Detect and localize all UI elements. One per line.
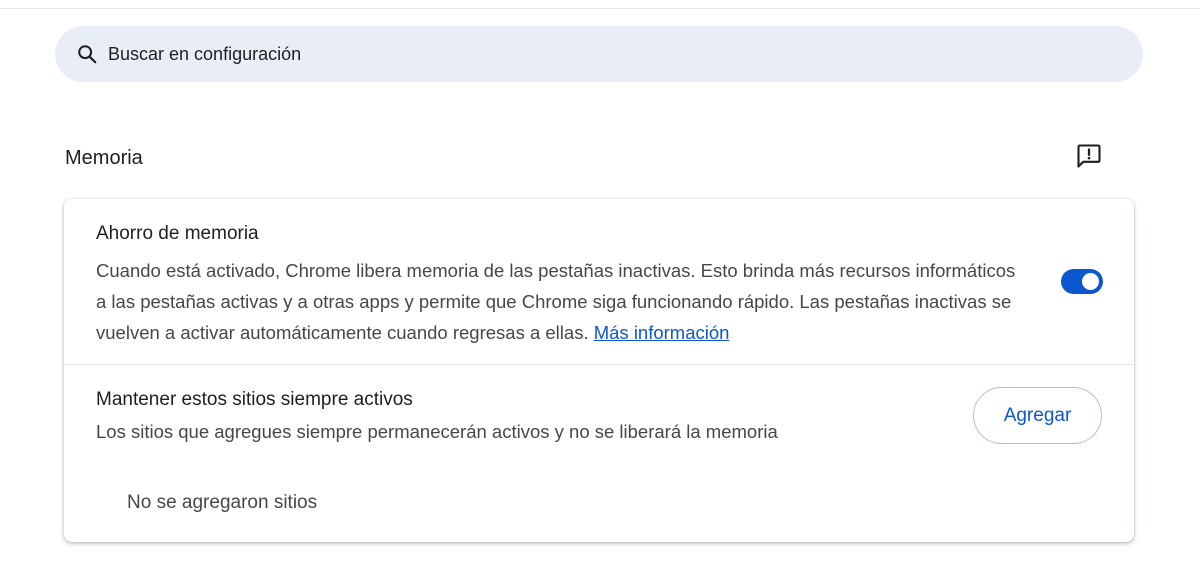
learn-more-link[interactable]: Más información <box>594 322 730 343</box>
top-divider <box>0 8 1200 9</box>
search-icon <box>75 42 99 66</box>
add-site-button[interactable]: Agregar <box>973 387 1102 444</box>
memory-card: Ahorro de memoria Cuando está activado, … <box>64 199 1134 542</box>
empty-sites-text: No se agregaron sitios <box>127 492 318 513</box>
memory-saver-description-text: Cuando está activado, Chrome libera memo… <box>96 260 1016 343</box>
always-active-title: Mantener estos sitios siempre activos <box>96 389 413 410</box>
memory-saver-description: Cuando está activado, Chrome libera memo… <box>96 255 1026 348</box>
memory-saver-title: Ahorro de memoria <box>96 223 259 244</box>
search-input[interactable] <box>108 43 1008 65</box>
feedback-icon[interactable] <box>1074 141 1104 171</box>
search-bar[interactable] <box>55 26 1143 82</box>
memory-saver-toggle[interactable] <box>1061 269 1103 294</box>
section-title: Memoria <box>65 147 143 169</box>
memory-saver-row: Ahorro de memoria Cuando está activado, … <box>64 199 1134 364</box>
toggle-knob <box>1082 273 1099 290</box>
always-active-description: Los sitios que agregues siempre permanec… <box>96 421 778 442</box>
row-divider <box>64 364 1134 365</box>
